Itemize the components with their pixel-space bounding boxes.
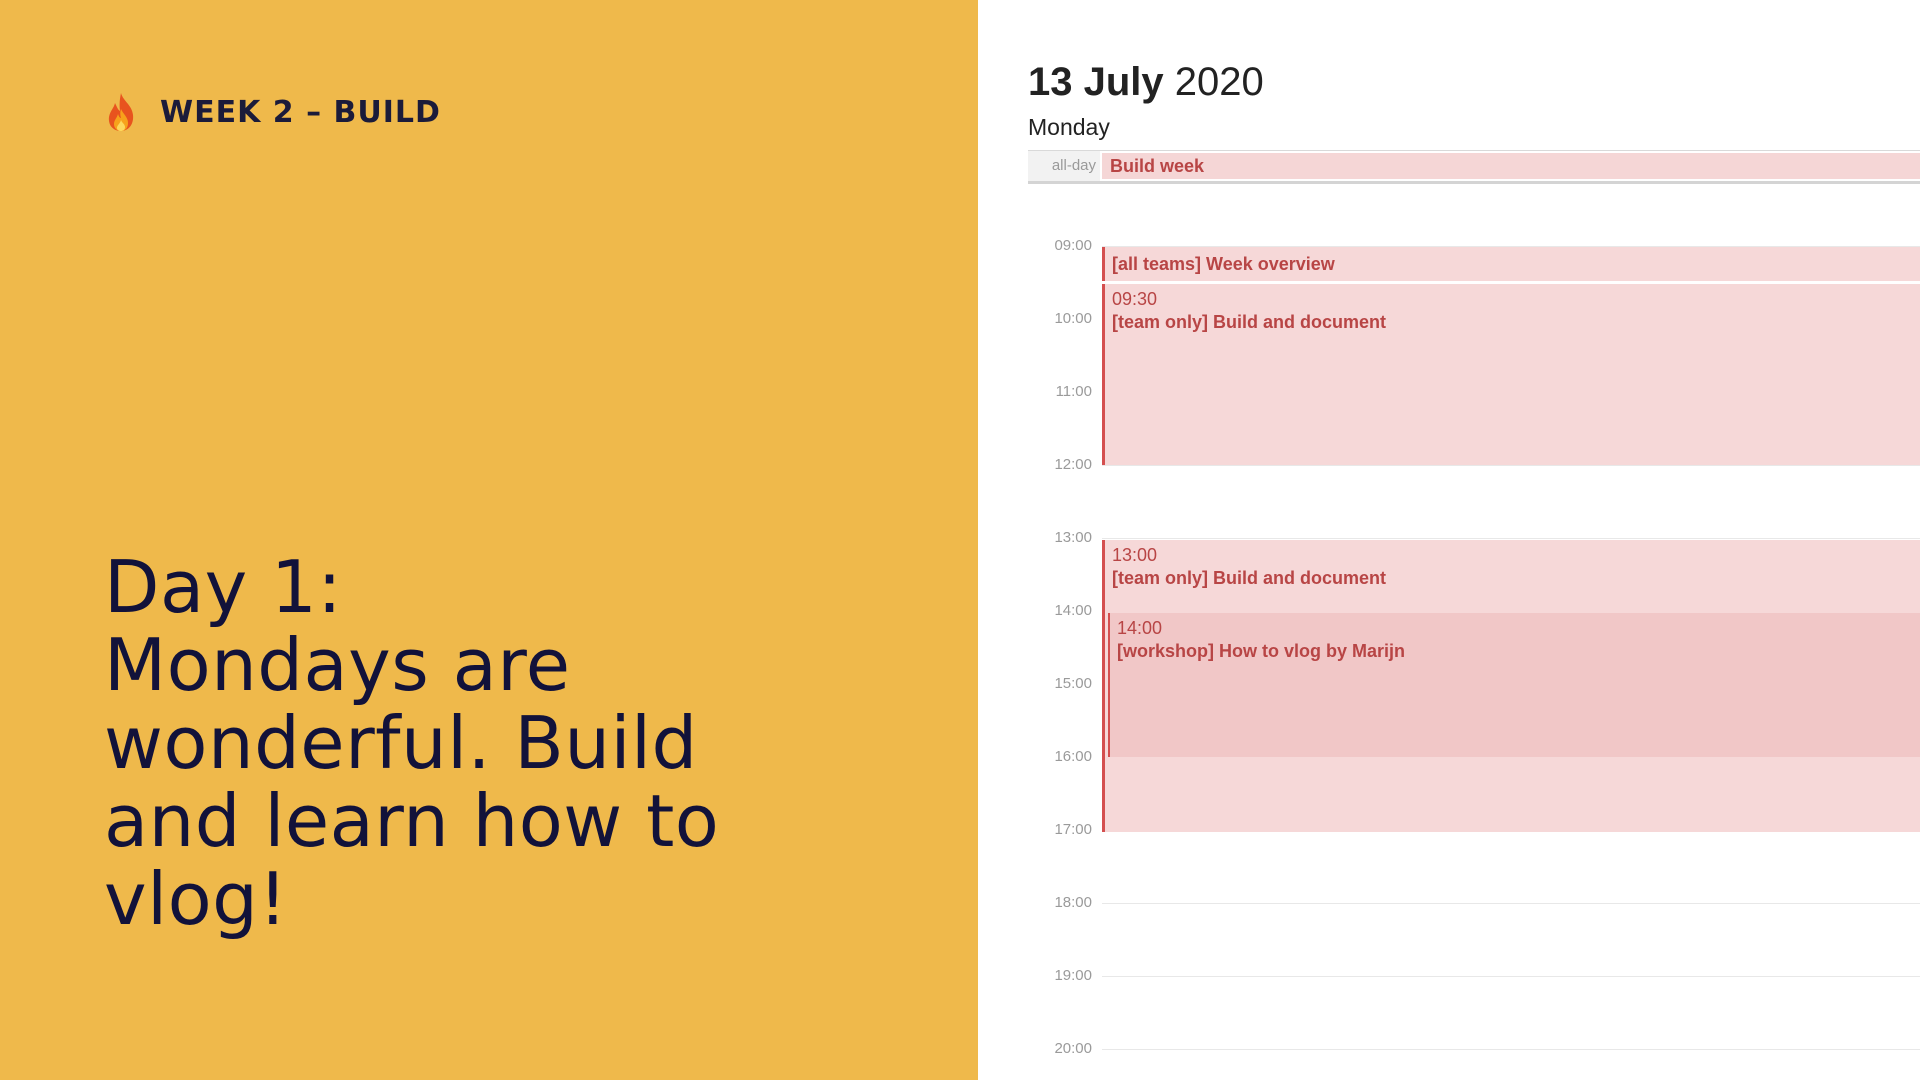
hour-row: 17:00 — [1028, 821, 1920, 903]
hour-label: 14:00 — [1054, 602, 1092, 619]
headline-line: Day 1: — [104, 545, 343, 629]
hour-line — [1102, 465, 1920, 466]
hour-label: 15:00 — [1054, 675, 1092, 692]
hour-label: 12:00 — [1054, 456, 1092, 473]
hour-label: 17:00 — [1054, 821, 1092, 838]
headline: Day 1: Mondays are wonderful. Build and … — [104, 548, 864, 938]
calendar-event[interactable]: 14:00 [workshop] How to vlog by Marijn — [1108, 613, 1920, 757]
calendar-date-day: 13 July — [1028, 60, 1164, 104]
headline-line: and learn how to — [104, 779, 720, 863]
calendar-date-year: 2020 — [1174, 60, 1264, 104]
calendar-weekday: Monday — [1028, 114, 1110, 140]
time-grid: 09:00 10:00 11:00 12:00 13:00 14:00 15:0… — [1028, 237, 1920, 1080]
hour-line — [1102, 903, 1920, 904]
allday-label: all-day — [1028, 151, 1100, 181]
event-title: [workshop] How to vlog by Marijn — [1117, 641, 1405, 661]
week-label-text: WEEK 2 – BUILD — [160, 94, 441, 130]
calendar-event[interactable]: 09:30 [team only] Build and document — [1102, 284, 1920, 465]
headline-line: Mondays are — [104, 623, 571, 707]
hour-row: 19:00 — [1028, 967, 1920, 1049]
hour-label: 18:00 — [1054, 894, 1092, 911]
hour-line — [1102, 1049, 1920, 1050]
hour-row: 12:00 — [1028, 456, 1920, 538]
hour-label: 16:00 — [1054, 748, 1092, 765]
allday-row: all-day Build week — [1028, 150, 1920, 184]
hour-label: 19:00 — [1054, 967, 1092, 984]
event-time: 13:00 — [1112, 545, 1158, 565]
hour-line — [1102, 976, 1920, 977]
calendar-panel: 13 July 2020 Monday all-day Build week 0… — [978, 0, 1920, 1080]
slide: WEEK 2 – BUILD Day 1: Mondays are wonder… — [0, 0, 1920, 1080]
event-time: 09:30 — [1112, 289, 1158, 309]
fire-icon — [104, 92, 138, 132]
hour-label: 13:00 — [1054, 529, 1092, 546]
event-title: [all teams] Week overview — [1112, 254, 1335, 274]
event-title: [team only] Build and document — [1112, 312, 1387, 332]
week-label: WEEK 2 – BUILD — [104, 92, 441, 132]
event-title: [team only] Build and document — [1112, 568, 1387, 588]
hour-label: 20:00 — [1054, 1040, 1092, 1057]
headline-line: wonderful. Build — [104, 701, 698, 785]
hour-label: 09:00 — [1054, 237, 1092, 254]
headline-line: vlog! — [104, 857, 288, 941]
calendar-event[interactable]: [all teams] Week overview — [1102, 247, 1920, 281]
hour-row: 20:00 — [1028, 1040, 1920, 1080]
hour-label: 10:00 — [1054, 310, 1092, 327]
hour-row: 18:00 — [1028, 894, 1920, 976]
allday-event[interactable]: Build week — [1102, 153, 1920, 179]
left-panel: WEEK 2 – BUILD Day 1: Mondays are wonder… — [0, 0, 978, 1080]
hour-line — [1102, 538, 1920, 539]
hour-label: 11:00 — [1055, 383, 1092, 400]
event-time: 14:00 — [1117, 618, 1163, 638]
calendar-date: 13 July 2020 — [1028, 60, 1264, 105]
